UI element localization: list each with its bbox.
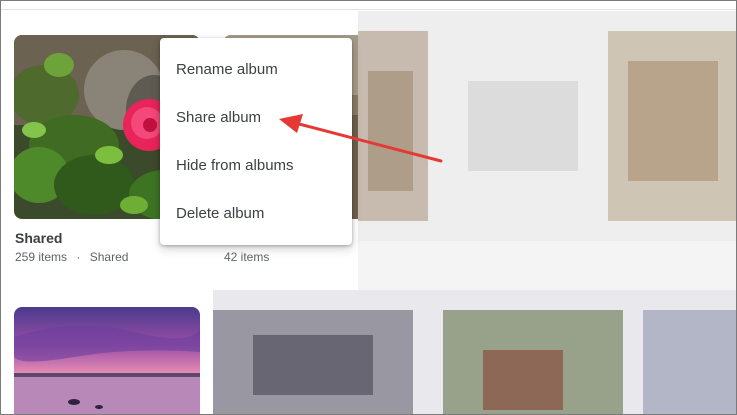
photos-albums-view: Shared 259 items · Shared 42 items Renam… [0, 0, 737, 415]
annotation-arrow-icon [279, 114, 443, 163]
